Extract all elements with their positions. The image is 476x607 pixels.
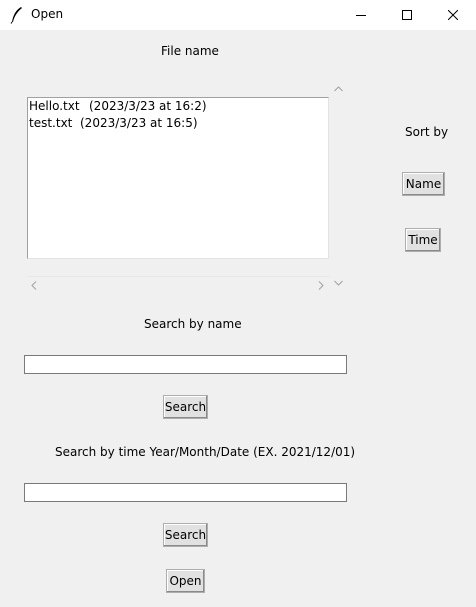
scroll-down-icon[interactable] (334, 279, 343, 289)
scroll-right-icon[interactable] (318, 280, 324, 293)
search-by-time-label: Search by time Year/Month/Date (EX. 2021… (55, 445, 356, 459)
search-by-name-label: Search by name (144, 317, 242, 331)
search-time-button[interactable]: Search (163, 523, 208, 547)
list-item[interactable]: test.txt (2023/3/23 at 16:5) (29, 116, 198, 131)
file-listbox[interactable]: Hello.txt (2023/3/23 at 16:2) test.txt (20… (27, 97, 329, 259)
search-time-input[interactable] (24, 483, 347, 502)
scroll-left-icon[interactable] (31, 280, 37, 293)
minimize-icon (356, 10, 366, 20)
sort-by-time-button[interactable]: Time (405, 228, 441, 252)
title-bar: Open (0, 0, 476, 30)
maximize-button[interactable] (384, 0, 430, 30)
file-name: Hello.txt (29, 99, 80, 113)
file-name: test.txt (29, 116, 73, 130)
window-title: Open (31, 7, 64, 21)
search-name-input[interactable] (24, 355, 347, 374)
minimize-button[interactable] (338, 0, 384, 30)
list-item[interactable]: Hello.txt (2023/3/23 at 16:2) (29, 99, 207, 114)
close-icon (448, 10, 458, 20)
feather-icon (9, 6, 25, 24)
maximize-icon (402, 10, 412, 20)
file-name-label: File name (161, 44, 219, 58)
sort-by-label: Sort by (405, 125, 449, 139)
open-button[interactable]: Open (166, 569, 205, 593)
search-name-button[interactable]: Search (163, 395, 208, 419)
horizontal-scrollbar[interactable] (27, 276, 330, 294)
close-button[interactable] (430, 0, 476, 30)
file-time: (2023/3/23 at 16:2) (89, 99, 207, 113)
vertical-scrollbar[interactable] (330, 82, 347, 293)
file-time: (2023/3/23 at 16:5) (80, 116, 198, 130)
scroll-up-icon[interactable] (334, 85, 343, 95)
sort-by-name-button[interactable]: Name (402, 172, 445, 196)
